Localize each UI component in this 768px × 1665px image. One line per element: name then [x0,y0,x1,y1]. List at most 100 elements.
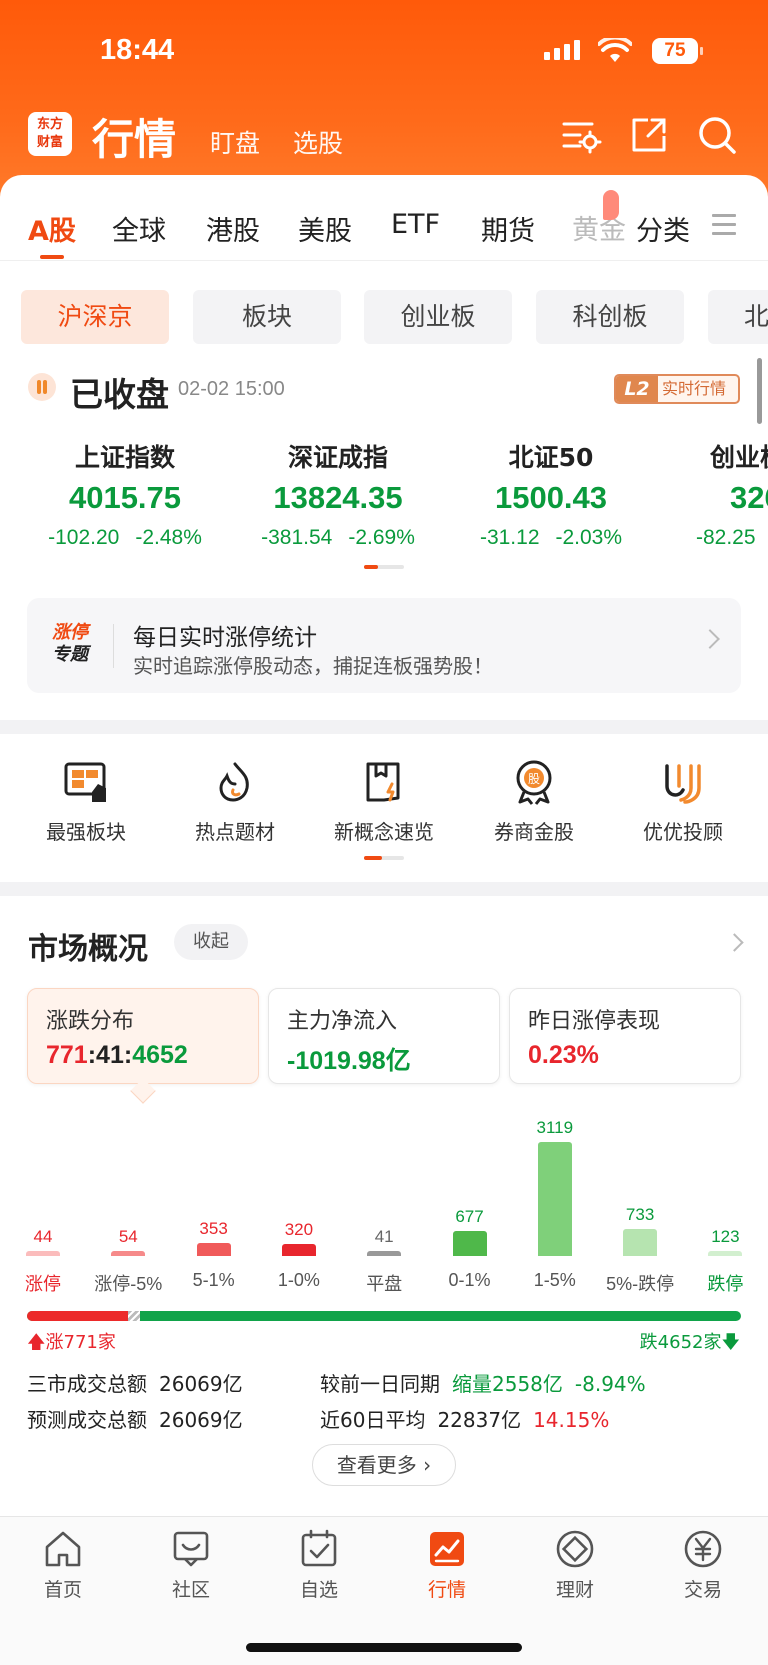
bar-value-label: 123 [711,1227,740,1246]
quick-strong-sector[interactable]: 最强板块 [21,758,151,845]
distribution-bar [452,1231,487,1256]
stat-60d-average: 近60日平均 22837亿 14.15% [320,1404,609,1433]
bar-category-label: 1-0% [277,1270,320,1290]
collapse-button[interactable]: 收起 [174,924,248,960]
app-logo[interactable]: 东方 财富 [28,112,72,156]
tab-etf[interactable]: ETF [391,209,440,240]
stat-label: 近60日平均 [320,1408,426,1432]
tab-watchlist[interactable]: 自选 [274,1527,364,1602]
index-card-szse[interactable]: 深证成指 13824.35 -381.54 -2.69% [238,438,438,550]
tab-category[interactable]: 分类 [636,209,690,248]
segment-hs-bj[interactable]: 沪深京 [21,290,169,344]
watchlist-icon [301,1529,337,1567]
ratio-flat-segment [128,1311,140,1321]
index-card-chinext-clip[interactable]: 创业板 3264 -82.25 [664,438,768,548]
segment-bse[interactable]: 北 [708,290,768,344]
market-closed-icon [28,373,56,401]
tab-a-share[interactable]: A股 [28,209,76,248]
share-icon[interactable] [628,114,670,156]
index-card-bse50[interactable]: 北证50 1500.43 -31.12 -2.03% [451,438,651,550]
quick-label: 优优投顾 [643,820,723,844]
tab-home[interactable]: 首页 [18,1527,108,1602]
bar-value-label: 44 [33,1227,53,1246]
tab-label: 首页 [43,1579,82,1601]
card-updown-distribution[interactable]: 涨跌分布 771:41:4652 [27,988,259,1084]
chevron-right-icon[interactable] [725,933,744,952]
index-name: 创业板 [710,443,768,472]
distribution-bar [623,1229,658,1256]
battery-indicator: 75 [652,38,703,64]
tab-label: 自选 [299,1579,338,1601]
distribution-bar [196,1243,231,1256]
card-label: 涨跌分布 [46,1009,135,1034]
bar-category-label: 1-5% [533,1270,576,1290]
stat-total-turnover: 三市成交总额 26069亿 [27,1368,243,1397]
quick-new-concept[interactable]: 新概念速览 [319,758,449,845]
status-time: 18:44 [100,34,175,66]
l2-text: 实时行情 [662,379,727,398]
quick-label: 新概念速览 [334,820,434,844]
tab-community[interactable]: 社区 [146,1527,236,1602]
segment-chinext[interactable]: 创业板 [364,290,512,344]
index-pct: -2.03% [555,526,623,549]
tab-wealth[interactable]: 理财 [530,1527,620,1602]
wealth-icon [556,1530,594,1568]
stat-value: 缩量2558亿 [452,1372,563,1396]
card-yesterday-limit-up[interactable]: 昨日涨停表现 0.23% [509,988,741,1084]
index-card-sse[interactable]: 上证指数 4015.75 -102.20 -2.48% [25,438,225,550]
tab-watch[interactable]: 盯盘 [210,124,260,160]
tab-hk[interactable]: 港股 [206,209,260,248]
up-summary: 🡅涨771家 [27,1328,116,1360]
limit-up-banner[interactable]: 涨停 专题 每日实时涨停统计 实时追踪涨停股动态，捕捉连板强势股！ [27,598,741,693]
stat-value: 26069亿 [159,1372,243,1396]
stat-label: 较前一日同期 [320,1372,440,1396]
bar-category-label: 5-1% [192,1270,235,1290]
quick-entries: 最强板块 热点题材 新概念速览 股 券商金股 优优投顾 [0,734,768,882]
arrow-up-icon: 🡅 [27,1332,46,1353]
card-main-net-inflow[interactable]: 主力净流入 -1019.98亿 [268,988,500,1084]
menu-icon[interactable] [712,214,736,236]
bar-value-label: 54 [118,1227,138,1246]
view-more-button[interactable]: 查看更多 › [312,1444,456,1486]
stat-label: 预测成交总额 [27,1408,147,1432]
market-overview: 市场概况 收起 涨跌分布 771:41:4652 主力净流入 -1019.98亿… [0,896,768,1516]
limit-up-badge: 涨停 专题 [45,622,95,670]
scrollbar[interactable] [757,358,762,424]
stat-vs-prev-day: 较前一日同期 缩量2558亿 -8.94% [320,1368,646,1397]
tab-us[interactable]: 美股 [298,209,352,248]
quick-hot-topic[interactable]: 热点题材 [170,758,300,845]
section-gap [0,720,768,734]
l2-realtime-badge[interactable]: L2 实时行情 [614,374,740,404]
tab-futures[interactable]: 期货 [481,209,535,248]
tab-label: 行情 [427,1579,466,1601]
quick-advisor[interactable]: 优优投顾 [618,758,748,845]
down-count: 4652 [132,1041,188,1069]
index-name: 深证成指 [287,443,388,472]
page-title: 行情 [92,115,177,164]
search-icon[interactable] [696,114,738,156]
card-label: 主力净流入 [287,1009,398,1034]
card-value: -1019.98亿 [287,1047,411,1075]
community-icon [173,1531,209,1567]
stat-pct: -8.94% [574,1372,646,1396]
logo-text-bottom: 财富 [36,135,63,150]
index-pct: -2.69% [348,526,415,549]
market-datetime: 02-02 15:00 [178,378,285,400]
home-icon [45,1531,81,1567]
index-change: -102.20 [48,526,120,549]
tab-global[interactable]: 全球 [112,209,166,248]
segment-star[interactable]: 科创板 [536,290,684,344]
separator: : [87,1041,97,1069]
tab-trade[interactable]: 交易 [658,1527,748,1602]
segment-sector[interactable]: 板块 [193,290,341,344]
tab-stock-picker[interactable]: 选股 [293,124,343,160]
trade-icon [684,1530,722,1568]
index-name: 北证50 [508,443,594,472]
down-summary: 跌4652家🡇 [640,1328,740,1360]
settings-list-icon[interactable] [560,114,602,156]
quick-broker-stock[interactable]: 股 券商金股 [469,758,599,845]
tab-market[interactable]: 行情 [402,1527,492,1602]
distribution-bar [26,1251,60,1256]
section-title: 市场概况 [28,932,148,967]
bar-value-label: 677 [455,1207,484,1227]
